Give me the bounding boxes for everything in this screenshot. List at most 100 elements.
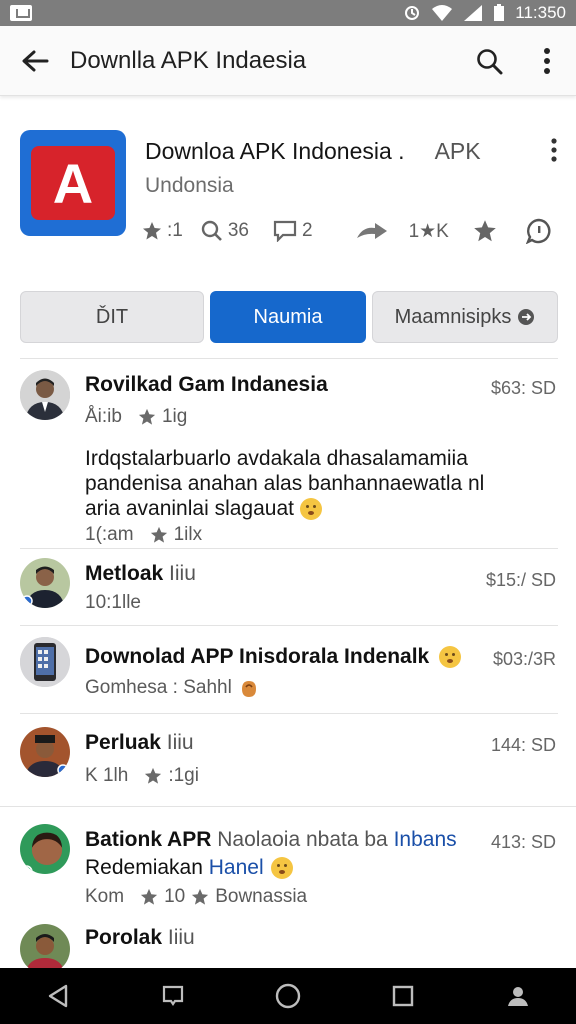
emoji-icon xyxy=(299,498,322,521)
avatar[interactable] xyxy=(20,637,70,687)
status-time: 11:350 xyxy=(515,3,566,22)
recents-square-icon xyxy=(392,985,414,1007)
more-vert-icon xyxy=(544,47,550,74)
overflow-menu-button[interactable] xyxy=(518,26,576,96)
star-icon xyxy=(140,888,158,905)
status-bar: 11:350 xyxy=(0,0,576,26)
list-item[interactable]: Rovilkad Gam Indanesia $63: SD Åi:ib 1ig… xyxy=(0,360,576,550)
list-item[interactable]: Perluak Iiiu 144: SD K 1lh :1gi xyxy=(0,715,576,805)
comment-icon xyxy=(273,220,297,242)
post-time: $15:/ SD xyxy=(485,570,556,590)
star-icon xyxy=(150,526,167,543)
avatar-person-icon xyxy=(20,558,70,608)
post-time: $03:/3R xyxy=(492,649,556,669)
stat-share[interactable] xyxy=(355,220,389,242)
post-meta: Gomhesa : Sahhl xyxy=(85,677,260,699)
search-button[interactable] xyxy=(460,26,518,96)
tab-bar: ĎIT Naumia Maamnisipks xyxy=(20,291,558,343)
search-icon xyxy=(201,220,222,241)
chat-icon xyxy=(526,218,551,244)
star-icon xyxy=(192,888,209,905)
message-icon xyxy=(162,985,183,1006)
share-icon xyxy=(356,223,387,239)
post-meta: Kom 10 Bownassia xyxy=(85,886,308,907)
battery-icon xyxy=(494,4,505,21)
signal-icon xyxy=(464,5,483,21)
list-item[interactable]: Porolak Iiiu xyxy=(0,916,576,968)
divider xyxy=(0,806,576,807)
alarm-icon xyxy=(405,6,420,20)
more-vert-icon xyxy=(551,138,557,162)
divider xyxy=(20,548,558,549)
stat-comments[interactable]: 2 xyxy=(273,220,313,242)
stat-favorites[interactable]: 1★K xyxy=(409,220,449,243)
post-body: Irdqstalarbuarlo avdakala dhasalamamiia … xyxy=(85,447,485,521)
post-author: Metloak Iiiu xyxy=(85,562,196,585)
post-time: $63: SD xyxy=(490,378,556,398)
app-name: Downloa APK Indonesia . xyxy=(145,138,405,164)
avatar[interactable] xyxy=(20,924,70,968)
avatar[interactable] xyxy=(20,824,70,874)
app-tag: APK xyxy=(434,138,481,164)
post-time: 413: SD xyxy=(490,832,556,852)
tab-2-active[interactable]: Naumia xyxy=(210,291,366,343)
avatar-person-icon xyxy=(20,727,70,777)
avatar-person-icon xyxy=(20,824,70,874)
app-subtitle: Undonsia xyxy=(145,174,234,197)
app-logo[interactable]: A xyxy=(20,130,126,236)
back-arrow-icon xyxy=(22,50,49,71)
phone-icon xyxy=(20,637,70,687)
post-meta: 10:1lle xyxy=(85,592,141,613)
app-header: A Downloa APK Indonesia . APK Undonsia :1… xyxy=(0,110,576,280)
app-bar: Downlla APK Indaesia xyxy=(0,26,576,96)
avatar[interactable] xyxy=(20,370,70,420)
star-icon xyxy=(145,767,162,784)
nav-recents-button[interactable] xyxy=(378,971,428,1021)
post-time: 144: SD xyxy=(490,735,556,755)
nav-back-button[interactable] xyxy=(33,971,83,1021)
list-item[interactable]: Metloak Iiiu $15:/ SD 10:1lle xyxy=(0,550,576,625)
stat-chat[interactable] xyxy=(526,218,552,244)
stat-rating[interactable]: :1 xyxy=(142,220,183,242)
app-more-button[interactable] xyxy=(550,138,558,167)
nav-home-button[interactable] xyxy=(263,971,313,1021)
divider xyxy=(20,625,558,626)
notification-icon xyxy=(10,5,32,21)
tab-3[interactable]: Maamnisipks xyxy=(372,291,558,343)
post-author: Perluak Iiiu xyxy=(85,731,194,754)
app-stats: :1 36 2 1★K xyxy=(140,216,560,246)
post-meta: K 1lh :1gi xyxy=(85,765,199,786)
post-footer: 1(:am 1ilx xyxy=(85,524,203,545)
app-title: Downloa APK Indonesia . APK xyxy=(145,138,481,165)
stat-star[interactable] xyxy=(473,219,497,243)
nav-message-button[interactable] xyxy=(148,971,198,1021)
system-nav-bar xyxy=(0,968,576,1024)
profile-icon xyxy=(508,987,529,1006)
post-author: Bationk APR Naolaoia nbata ba Inbans xyxy=(85,828,457,851)
post-meta: Åi:ib 1ig xyxy=(85,406,188,427)
stat-search[interactable]: 36 xyxy=(201,220,249,242)
back-button[interactable] xyxy=(0,26,70,96)
home-circle-icon xyxy=(275,983,301,1009)
app-logo-a-icon: A xyxy=(31,146,115,220)
wifi-icon xyxy=(432,5,453,21)
post-author: Rovilkad Gam Indanesia xyxy=(85,373,328,396)
post-author: Downolad APP Inisdorala Indenalk xyxy=(85,645,462,669)
star-icon xyxy=(474,220,496,242)
divider xyxy=(20,358,558,359)
divider xyxy=(20,713,558,714)
tab-1[interactable]: ĎIT xyxy=(20,291,204,343)
post-author: Porolak Iiiu xyxy=(85,926,195,949)
back-triangle-icon xyxy=(48,984,67,1008)
list-item[interactable]: Downolad APP Inisdorala Indenalk $03:/3R… xyxy=(0,627,576,712)
avatar[interactable] xyxy=(20,558,70,608)
avatar-person-icon xyxy=(20,370,70,420)
hand-icon xyxy=(241,681,256,697)
page-title: Downlla APK Indaesia xyxy=(70,46,307,74)
nav-profile-button[interactable] xyxy=(493,971,543,1021)
emoji-icon xyxy=(271,857,294,880)
star-icon xyxy=(143,222,161,240)
search-icon xyxy=(477,48,503,74)
list-item[interactable]: Bationk APR Naolaoia nbata ba Inbans Red… xyxy=(0,808,576,916)
avatar[interactable] xyxy=(20,727,70,777)
